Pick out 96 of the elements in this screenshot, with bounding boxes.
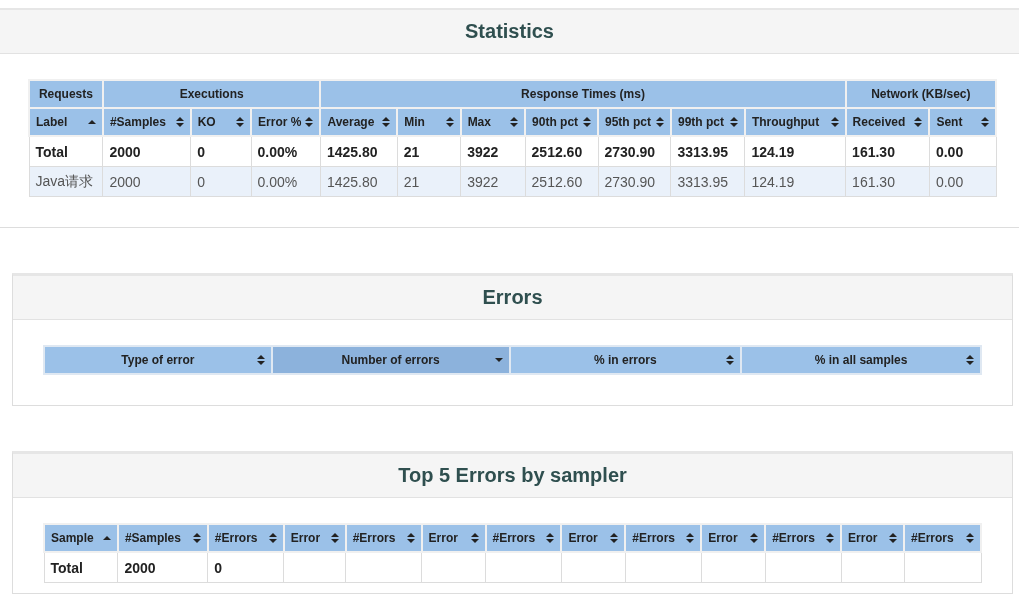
table-cell: Total bbox=[44, 552, 118, 583]
table-cell: Java请求 bbox=[29, 166, 103, 197]
table-cell: 0 bbox=[207, 552, 284, 583]
table-cell: 0 bbox=[190, 136, 252, 167]
sort-icon bbox=[236, 117, 245, 127]
column-header[interactable]: #Errors bbox=[207, 524, 284, 552]
column-header[interactable]: Error bbox=[421, 524, 486, 552]
sort-icon bbox=[826, 533, 835, 543]
column-header[interactable]: KO bbox=[190, 108, 252, 136]
table-cell: 0 bbox=[190, 166, 252, 197]
sort-icon bbox=[830, 117, 839, 127]
sort-icon bbox=[192, 533, 201, 543]
table-cell: 1425.80 bbox=[320, 166, 398, 197]
table-cell: 161.30 bbox=[845, 166, 930, 197]
table-cell: 21 bbox=[397, 166, 461, 197]
column-header[interactable]: #Errors bbox=[904, 524, 981, 552]
table-cell: 0.00% bbox=[251, 136, 321, 167]
column-header[interactable]: Throughput bbox=[744, 108, 846, 136]
sort-icon bbox=[445, 117, 454, 127]
sort-icon bbox=[966, 355, 974, 365]
sort-icon bbox=[175, 117, 184, 127]
column-header[interactable]: Type of error bbox=[44, 346, 272, 374]
sort-icon bbox=[470, 533, 479, 543]
table-cell: 2512.60 bbox=[525, 166, 598, 197]
sort-icon bbox=[981, 117, 989, 127]
table-cell: 2730.90 bbox=[598, 136, 671, 167]
sort-ascending-icon bbox=[87, 118, 96, 126]
sort-icon bbox=[889, 533, 897, 543]
column-header[interactable]: Number of errors bbox=[271, 346, 510, 374]
sort-icon bbox=[546, 533, 555, 543]
column-header[interactable]: Sent bbox=[929, 108, 996, 136]
sort-descending-icon bbox=[494, 356, 503, 364]
column-group-header: Network (KB/sec) bbox=[845, 80, 996, 108]
column-header[interactable]: #Errors bbox=[485, 524, 562, 552]
table-cell: 0.00 bbox=[929, 136, 996, 167]
column-header[interactable]: Label bbox=[29, 108, 103, 136]
table-cell: 3313.95 bbox=[670, 136, 745, 167]
table-cell: 0.00% bbox=[251, 166, 321, 197]
column-group-header: Response Times (ms) bbox=[320, 80, 846, 108]
column-header[interactable]: 95th pct bbox=[598, 108, 671, 136]
sort-icon bbox=[510, 117, 519, 127]
table-cell: 1425.80 bbox=[320, 136, 398, 167]
column-header[interactable]: Error bbox=[283, 524, 346, 552]
section-title: Statistics bbox=[465, 20, 554, 43]
column-header[interactable]: Error bbox=[701, 524, 766, 552]
table-cell: 161.30 bbox=[845, 136, 930, 167]
section-title: Errors bbox=[482, 286, 543, 309]
sort-icon bbox=[750, 533, 759, 543]
sort-icon bbox=[406, 533, 415, 543]
table-cell: 2000 bbox=[117, 552, 208, 583]
column-header[interactable]: Sample bbox=[44, 524, 118, 552]
column-header[interactable]: Average bbox=[320, 108, 398, 136]
column-header[interactable]: 99th pct bbox=[670, 108, 745, 136]
column-header[interactable]: Error bbox=[841, 524, 904, 552]
sort-icon bbox=[610, 533, 619, 543]
sort-icon bbox=[583, 117, 591, 127]
table-cell: 0.00 bbox=[929, 166, 996, 197]
column-header[interactable]: #Samples bbox=[117, 524, 208, 552]
column-header[interactable]: #Errors bbox=[765, 524, 842, 552]
sort-icon bbox=[268, 533, 277, 543]
sort-icon bbox=[305, 117, 314, 127]
sort-icon bbox=[726, 355, 735, 365]
table-cell: 3922 bbox=[460, 166, 526, 197]
sort-icon bbox=[330, 533, 339, 543]
sort-icon bbox=[966, 533, 974, 543]
section-title: Top 5 Errors by sampler bbox=[398, 464, 627, 487]
column-header[interactable]: % in errors bbox=[509, 346, 742, 374]
column-header[interactable]: #Errors bbox=[625, 524, 702, 552]
table-cell: 21 bbox=[397, 136, 461, 167]
column-header[interactable]: Received bbox=[845, 108, 930, 136]
table-cell: Total bbox=[29, 136, 103, 167]
sort-icon bbox=[382, 117, 391, 127]
table-cell: 2730.90 bbox=[598, 166, 671, 197]
column-header[interactable]: Max bbox=[460, 108, 526, 136]
sort-icon bbox=[256, 355, 265, 365]
sort-icon bbox=[729, 117, 738, 127]
column-group-header: Executions bbox=[102, 80, 321, 108]
column-header[interactable]: Error bbox=[561, 524, 626, 552]
column-group-header: Requests bbox=[29, 80, 103, 108]
column-header[interactable]: Error % bbox=[251, 108, 321, 136]
table-cell: 2000 bbox=[102, 166, 191, 197]
sort-icon bbox=[686, 533, 695, 543]
table-cell: 124.19 bbox=[744, 136, 846, 167]
table-cell: 2512.60 bbox=[525, 136, 598, 167]
table-cell: 124.19 bbox=[744, 166, 846, 197]
column-header[interactable]: 90th pct bbox=[525, 108, 598, 136]
column-header[interactable]: Min bbox=[397, 108, 461, 136]
table-cell: 3922 bbox=[460, 136, 526, 167]
sort-ascending-icon bbox=[102, 534, 111, 542]
column-header[interactable]: #Errors bbox=[345, 524, 422, 552]
table-cell: 2000 bbox=[102, 136, 191, 167]
column-header[interactable]: % in all samples bbox=[741, 346, 981, 374]
column-header[interactable]: #Samples bbox=[102, 108, 191, 136]
sort-icon bbox=[655, 117, 664, 127]
table-cell: 3313.95 bbox=[670, 166, 745, 197]
sort-icon bbox=[914, 117, 923, 127]
